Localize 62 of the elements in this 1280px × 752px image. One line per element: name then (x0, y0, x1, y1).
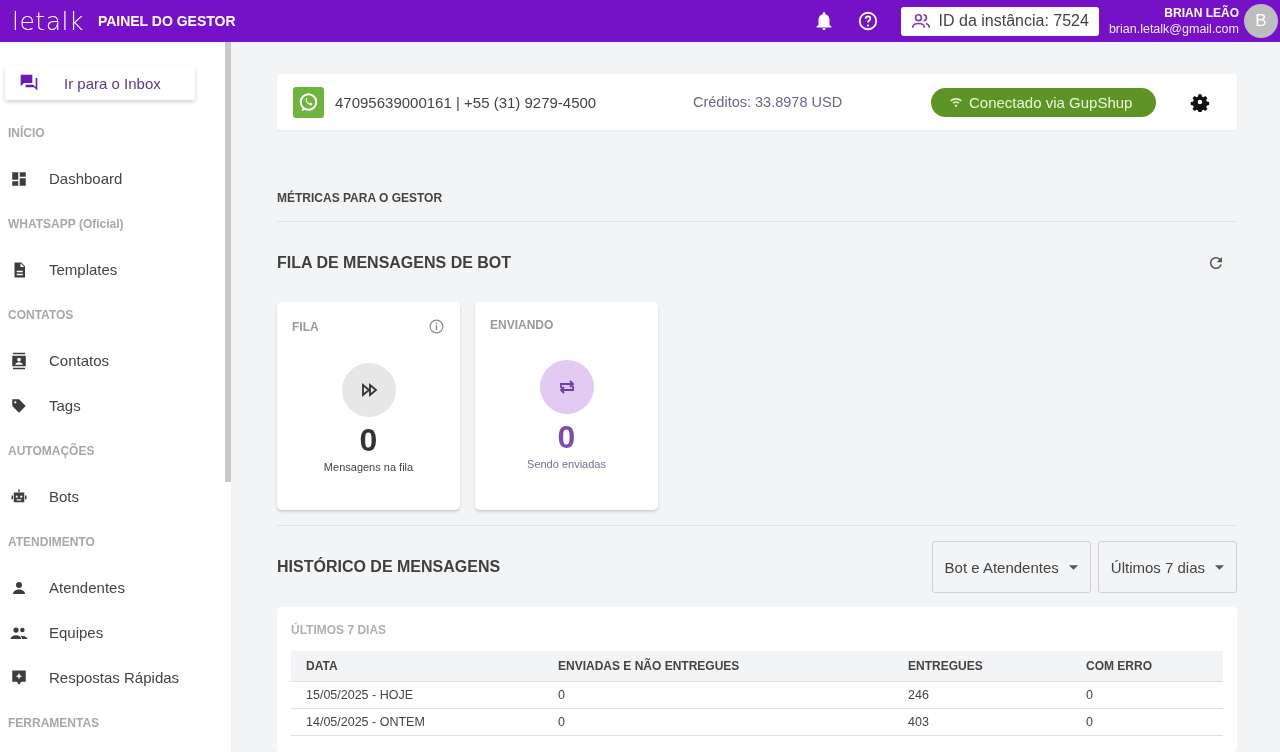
table-cell: 14/05/2025 - ONTEM (291, 708, 543, 736)
sidebar-item[interactable]: Dashboard (0, 156, 220, 201)
sidebar-item[interactable]: Equipes (0, 610, 220, 655)
column-header: ENTREGUES (893, 651, 1071, 682)
tag-icon (10, 396, 28, 415)
table-cell: 403 (893, 708, 1071, 736)
panel-title: PAINEL DO GESTOR (97, 13, 236, 29)
table-cell: 0 (1071, 708, 1223, 736)
sidebar-item[interactable]: Atendentes (0, 565, 220, 610)
repeat-icon (538, 359, 595, 415)
sidebar-item[interactable]: Bots (0, 474, 220, 519)
card-title: ÚLTIMOS 7 DIAS (291, 623, 388, 637)
metric-value: 0 (557, 419, 576, 456)
phone-number: 47095639000161 | +55 (31) 9279-4500 (335, 93, 598, 111)
table-cell: 0 (543, 708, 893, 736)
caret-icon (1068, 564, 1078, 570)
logo[interactable]: letalk (12, 6, 84, 36)
wifi-icon (949, 95, 963, 109)
help-icon[interactable] (856, 10, 879, 32)
section-heading: CONTATOS (7, 307, 75, 324)
section-heading: AUTOMAÇÕES (7, 442, 96, 460)
user-name: BRIAN LEÃO (1164, 5, 1239, 21)
section-heading: WHATSAPP (Oficial) (7, 216, 125, 233)
table-cell: 15/05/2025 - HOJE (291, 681, 543, 709)
section-heading: INÍCIO (7, 124, 46, 142)
instance-id-button[interactable]: ID da instância: 7524 (900, 6, 1099, 36)
scrollbar[interactable] (225, 42, 231, 482)
table-cell: 246 (893, 681, 1071, 709)
column-header: DATA (291, 651, 543, 682)
metric-value: 0 (359, 422, 378, 459)
filter-dropdown[interactable]: Bot e Atendentes (931, 541, 1091, 593)
table-cell: 0 (1071, 681, 1223, 709)
section-heading: FILA DE MENSAGENS DE BOT (277, 254, 512, 272)
card-title: FILA (292, 319, 319, 334)
dashboard-icon (10, 169, 28, 188)
chat-bubble-logo-icon (293, 86, 324, 118)
section-heading: FERRAMENTAS (7, 715, 101, 732)
sidebar-item[interactable]: Templates (0, 247, 220, 292)
column-header: ENVIADAS E NÃO ENTREGUES (543, 651, 893, 682)
people-icon (910, 11, 931, 31)
metric-caption: Sendo enviadas (527, 458, 606, 470)
credits-text: Créditos: 33.8978 USD (693, 94, 844, 110)
table-cell: 0 (543, 681, 893, 709)
refresh-icon[interactable] (1207, 254, 1225, 272)
sidebar-item[interactable]: Contatos (0, 338, 220, 383)
fast-forward-icon (340, 362, 397, 418)
sidebar-item[interactable]: Tags (0, 383, 220, 428)
column-header: COM ERRO (1071, 651, 1223, 682)
contacts-icon (10, 351, 28, 370)
settings-icon[interactable] (1190, 92, 1211, 112)
chat-icon (19, 73, 39, 93)
section-title: MÉTRICAS PARA O GESTOR (277, 191, 444, 205)
user-email: brian.letalk@gmail.com (1108, 21, 1239, 37)
filter-dropdown[interactable]: Últimos 7 dias (1097, 541, 1237, 593)
metric-caption: Mensagens na fila (323, 461, 414, 473)
inbox-button[interactable]: Ir para o Inbox (5, 66, 195, 100)
sidebar-item[interactable]: Respostas Rápidas (0, 655, 220, 700)
info-icon[interactable] (428, 318, 445, 335)
card-title: ENVIANDO (490, 318, 554, 332)
section-heading: HISTÓRICO DE MENSAGENS (277, 558, 501, 576)
caret-icon (1215, 564, 1224, 570)
section-heading: ATENDIMENTO (7, 534, 96, 551)
